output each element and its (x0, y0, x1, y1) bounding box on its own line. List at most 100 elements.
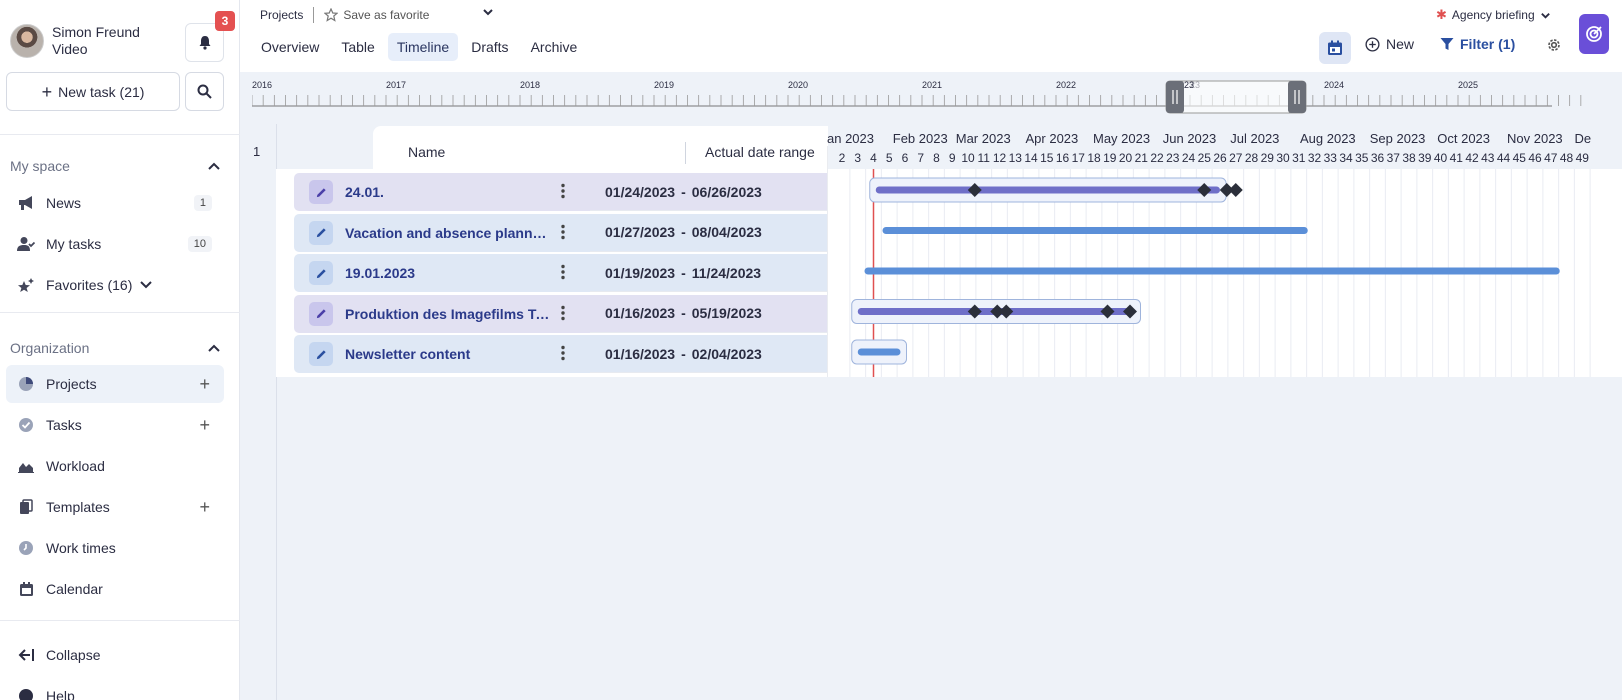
sidebar-item-label: Projects (46, 376, 97, 392)
add-project-button[interactable]: + (199, 374, 210, 395)
search-button[interactable] (185, 72, 224, 111)
chevron-down-icon[interactable] (482, 6, 494, 18)
add-template-button[interactable]: + (199, 497, 210, 518)
date-range-cell[interactable]: 01/16/2023-02/04/2023 (590, 335, 827, 373)
edit-button[interactable] (309, 180, 333, 204)
date-range-cell[interactable]: 01/27/2023-08/04/2023 (590, 213, 827, 252)
tab-overview[interactable]: Overview (252, 33, 328, 61)
sidebar-item-templates[interactable]: Templates + (6, 488, 224, 526)
more-vertical-icon[interactable] (561, 345, 565, 361)
gantt-svg: an 2023 Feb 2023 Mar 2023 Apr 2023 May 2023 J… (827, 131, 1591, 377)
week-label: 38 (1402, 151, 1416, 165)
chevron-down-icon[interactable] (140, 281, 153, 289)
pencil-icon (316, 309, 326, 319)
ruler-year-label: 2019 (654, 80, 674, 90)
task-bar[interactable] (864, 267, 1560, 275)
sidebar-item-favorites[interactable]: Favorites (16) (6, 266, 224, 304)
ruler-year-label: 2016 (252, 80, 272, 90)
new-button[interactable]: New (1365, 36, 1414, 52)
timeline-overview-ruler[interactable]: 2016201720182019202020212022232024202523 (252, 78, 1622, 122)
ruler-right-handle[interactable] (1288, 81, 1306, 113)
edit-button[interactable] (309, 342, 333, 366)
help-button[interactable]: Help (6, 677, 224, 700)
filter-label: Filter (1) (1460, 36, 1516, 52)
month-label: Nov 2023 (1507, 131, 1563, 146)
settings-button[interactable] (1546, 37, 1562, 58)
tab-timeline[interactable]: Timeline (387, 33, 459, 61)
table-row[interactable]: Produktion des Imagefilms Te... 01/16/202… (294, 294, 827, 333)
help-label: Help (46, 688, 75, 700)
date-separator: - (681, 224, 686, 240)
week-label: 30 (1276, 151, 1290, 165)
task-name-cell[interactable]: 19.01.2023 (294, 254, 590, 292)
save-favorite-button[interactable]: Save as favorite (324, 8, 429, 22)
plus-icon: + (41, 81, 53, 102)
ruler-left-handle[interactable] (1166, 81, 1184, 113)
edit-button[interactable] (309, 220, 333, 245)
sidebar-item-calendar[interactable]: Calendar (6, 570, 224, 608)
chevron-up-icon[interactable] (208, 162, 220, 170)
more-vertical-icon[interactable] (561, 305, 565, 321)
clock-icon (16, 538, 36, 558)
avatar[interactable] (10, 24, 44, 58)
news-count-badge: 1 (193, 195, 212, 211)
task-name-cell[interactable]: 24.01. (294, 173, 590, 211)
user-profile[interactable]: Simon Freund Video (10, 24, 140, 58)
column-header-date-range[interactable]: Actual date range (705, 144, 815, 160)
milestone-marker[interactable] (1228, 183, 1243, 197)
app-logo-button[interactable] (1579, 14, 1609, 54)
edit-button[interactable] (309, 261, 333, 285)
week-label: 29 (1261, 151, 1275, 165)
task-bar[interactable] (875, 186, 1220, 194)
sidebar-item-tasks[interactable]: Tasks + (6, 406, 224, 444)
tab-archive[interactable]: Archive (522, 33, 587, 61)
table-row[interactable]: Vacation and absence planning 01/27/2023-… (294, 213, 827, 252)
sidebar-item-workload[interactable]: Workload (6, 447, 224, 485)
breadcrumb-projects[interactable]: Projects (260, 8, 303, 22)
edit-button[interactable] (309, 301, 333, 326)
more-vertical-icon[interactable] (561, 224, 565, 240)
add-task-button[interactable]: + (199, 415, 210, 436)
table-row[interactable]: Newsletter content 01/16/2023-02/04/2023 (294, 335, 827, 373)
month-label: Jun 2023 (1163, 131, 1217, 146)
end-date: 05/19/2023 (691, 305, 762, 321)
sidebar-item-label: Favorites (16) (46, 277, 133, 293)
sidebar-item-work-times[interactable]: Work times (6, 529, 224, 567)
collapse-sidebar-button[interactable]: Collapse (6, 636, 224, 674)
bell-icon (199, 36, 210, 50)
calendar-view-button[interactable] (1319, 32, 1351, 64)
more-vertical-icon[interactable] (561, 183, 565, 199)
chevron-up-icon[interactable] (208, 344, 220, 352)
organization-header[interactable]: Organization (10, 340, 220, 356)
my-space-header[interactable]: My space (10, 158, 220, 174)
sidebar-item-my-tasks[interactable]: My tasks 10 (6, 225, 224, 263)
column-resizer[interactable] (685, 142, 686, 164)
task-name-cell[interactable]: Vacation and absence planning (294, 213, 590, 252)
sidebar-item-projects[interactable]: Projects + (6, 365, 224, 403)
agency-briefing-dropdown[interactable]: ✱ Agency briefing (1436, 7, 1551, 23)
sidebar-item-news[interactable]: News 1 (6, 184, 224, 222)
date-range-cell[interactable]: 01/16/2023-05/19/2023 (590, 294, 827, 333)
week-label: 14 (1024, 151, 1038, 165)
new-task-button[interactable]: + New task (21) (6, 72, 180, 111)
task-bar[interactable] (882, 227, 1308, 234)
date-range-cell[interactable]: 01/24/2023-06/26/2023 (590, 173, 827, 211)
month-label: Oct 2023 (1437, 131, 1490, 146)
task-name-cell[interactable]: Produktion des Imagefilms Te... (294, 294, 590, 333)
task-name-cell[interactable]: Newsletter content (294, 335, 590, 373)
tab-drafts[interactable]: Drafts (462, 33, 517, 61)
calendar-icon (1328, 40, 1342, 55)
filter-button[interactable]: Filter (1) (1440, 36, 1515, 52)
tab-table[interactable]: Table (332, 33, 383, 61)
column-header-name[interactable]: Name (408, 144, 445, 160)
more-vertical-icon[interactable] (561, 264, 565, 280)
month-label: Sep 2023 (1370, 131, 1426, 146)
table-row[interactable]: 19.01.2023 01/19/2023-11/24/2023 (294, 254, 827, 292)
table-row[interactable]: 24.01. 01/24/2023-06/26/2023 (294, 173, 827, 211)
divider (0, 620, 240, 621)
search-icon (197, 84, 212, 99)
task-bar[interactable] (857, 348, 901, 356)
date-range-cell[interactable]: 01/19/2023-11/24/2023 (590, 254, 827, 292)
week-label: 18 (1087, 151, 1101, 165)
week-label: 37 (1387, 151, 1401, 165)
